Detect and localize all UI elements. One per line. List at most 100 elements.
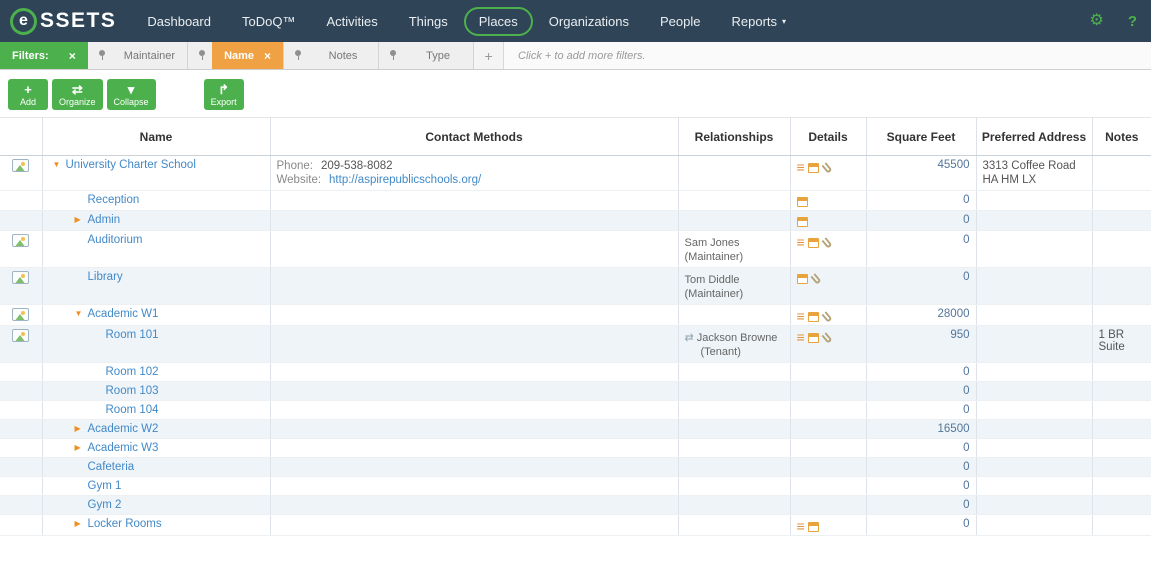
paperclip-icon[interactable] [821,310,833,323]
list-icon[interactable]: ≡ [797,160,805,174]
calendar-icon[interactable] [796,217,808,227]
list-icon[interactable]: ≡ [797,519,805,533]
calendar-icon[interactable] [796,197,808,207]
filter-tab-type[interactable]: Type [379,42,475,69]
place-link-university-charter-school[interactable]: University Charter School [66,159,196,171]
nav-item-organizations[interactable]: Organizations [534,7,644,36]
nav-item-reports[interactable]: Reports ▾ [717,7,802,36]
add-button[interactable]: + Add [8,79,48,110]
brand-logo[interactable]: e SSETS [10,7,116,35]
filter-tab-body[interactable]: Name × [212,42,284,69]
collapse-button[interactable]: ▾ Collapse [106,79,156,110]
place-link-admin[interactable]: Admin [88,214,121,226]
filter-tab-maintainer[interactable]: Maintainer [88,42,189,69]
image-icon[interactable] [12,271,30,284]
image-icon[interactable] [12,234,30,247]
nav-item-todoq[interactable]: ToDoQ™ [227,7,310,36]
column-header-notes[interactable]: Notes [1091,117,1151,156]
table-row: ▶ Academic W3 0 [0,438,1151,459]
settings-gear-icon[interactable]: ⚙ [1089,13,1103,29]
collapse-arrow-icon[interactable]: ▼ [53,160,66,169]
expand-arrow-icon[interactable]: ▶ [75,215,88,224]
details-cell: ≡ [789,304,866,326]
expand-arrow-icon[interactable]: ▶ [75,519,88,528]
place-link-locker-rooms[interactable]: Locker Rooms [88,518,162,530]
nav-item-dashboard[interactable]: Dashboard [132,7,226,36]
image-icon[interactable] [12,329,30,342]
column-header-name[interactable]: Name [41,117,270,156]
calendar-icon[interactable] [807,162,819,173]
website-link[interactable]: http://aspirepublicschools.org/ [329,174,481,186]
thumbnail-cell [0,495,42,516]
place-link-room-102[interactable]: Room 102 [106,366,159,378]
place-link-cafeteria[interactable]: Cafeteria [88,461,135,473]
calendar-icon[interactable] [807,332,819,343]
column-header-square-feet[interactable]: Square Feet [865,117,976,156]
column-header-details[interactable]: Details [789,117,866,156]
calendar-icon[interactable] [807,311,819,322]
thumbnail-cell [0,304,42,326]
thumbnail-cell [0,514,42,537]
nav-item-things[interactable]: Things [394,7,463,36]
filter-tab-label: Notes [328,49,358,62]
relationship-role: (Maintainer) [684,288,744,300]
filter-tab-notes[interactable]: Notes [284,42,380,69]
calendar-icon[interactable] [796,274,808,284]
image-icon[interactable] [12,308,30,321]
square-feet-cell: 0 [865,362,976,383]
pin-icon[interactable] [197,49,207,62]
column-header-preferred-address[interactable]: Preferred Address [975,117,1092,156]
help-icon[interactable]: ? [1128,13,1137,30]
place-link-library[interactable]: Library [88,271,123,283]
nav-item-people[interactable]: People [645,7,715,36]
nav-item-activities[interactable]: Activities [311,7,392,36]
paperclip-icon[interactable] [809,273,822,285]
place-link-gym-2[interactable]: Gym 2 [88,499,122,511]
list-icon[interactable]: ≡ [797,235,805,249]
pin-icon[interactable] [388,49,398,62]
add-filter-button[interactable]: + [474,42,505,69]
column-header-contact-methods[interactable]: Contact Methods [269,117,678,156]
organize-button[interactable]: ⇄ Organize [52,79,103,110]
notes-cell [1091,457,1151,478]
image-icon[interactable] [12,159,30,172]
expand-arrow-icon[interactable]: ▶ [75,424,88,433]
swap-icon: ⇄ [684,332,694,345]
filter-tab-body[interactable]: Maintainer [112,42,187,69]
preferred-address-cell [975,304,1092,326]
filters-chip[interactable]: Filters: × [0,42,88,69]
place-link-room-103[interactable]: Room 103 [106,385,159,397]
place-link-room-104[interactable]: Room 104 [106,404,159,416]
place-link-academic-w2[interactable]: Academic W2 [88,423,159,435]
close-icon[interactable]: × [264,49,271,63]
filter-tab-body[interactable]: Type [403,42,473,69]
column-header-relationships[interactable]: Relationships [677,117,790,156]
filter-tab-name[interactable]: Name × [188,42,285,69]
collapse-arrow-icon[interactable]: ▼ [75,309,88,318]
pin-icon[interactable] [97,49,107,62]
details-cell [789,210,866,231]
pin-icon[interactable] [293,49,303,62]
paperclip-icon[interactable] [821,161,833,174]
caret-down-icon: ▾ [127,82,135,97]
paperclip-icon[interactable] [821,236,833,249]
preferred-address-cell [975,325,1092,364]
list-icon[interactable]: ≡ [797,309,805,323]
expand-arrow-icon[interactable]: ▶ [75,443,88,452]
name-cell: Cafeteria [41,457,270,478]
place-link-auditorium[interactable]: Auditorium [88,234,143,246]
place-link-gym-1[interactable]: Gym 1 [88,480,122,492]
export-button[interactable]: ↱ Export [203,79,244,110]
paperclip-icon[interactable] [821,331,833,344]
place-link-academic-w1[interactable]: Academic W1 [88,308,159,320]
name-cell: Gym 1 [41,476,270,497]
place-link-academic-w3[interactable]: Academic W3 [88,442,159,454]
nav-item-places[interactable]: Places [463,6,533,36]
calendar-icon[interactable] [807,237,819,248]
filter-tab-body[interactable]: Notes [308,42,378,69]
calendar-icon[interactable] [807,521,819,532]
close-icon[interactable]: × [69,49,76,63]
place-link-room-101[interactable]: Room 101 [106,329,159,341]
place-link-reception[interactable]: Reception [88,194,140,206]
list-icon[interactable]: ≡ [797,330,805,344]
